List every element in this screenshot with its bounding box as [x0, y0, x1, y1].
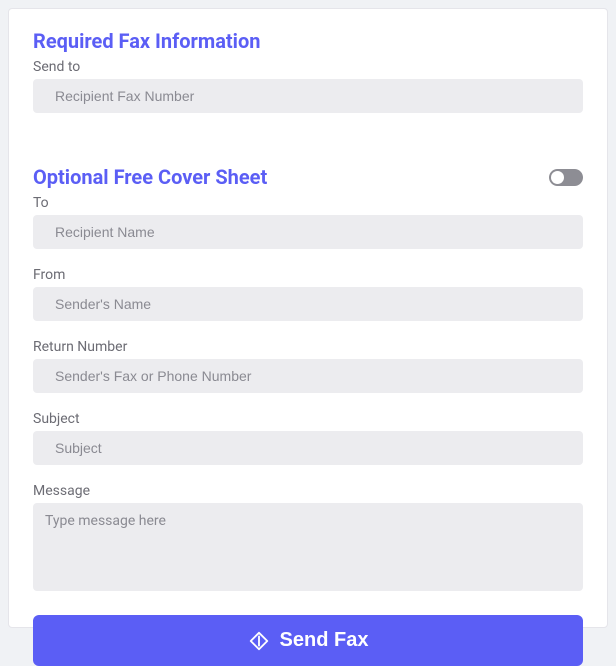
- sendto-label: Send to: [33, 59, 583, 75]
- to-label: To: [33, 195, 583, 211]
- message-textarea[interactable]: [33, 503, 583, 591]
- send-icon: [248, 630, 270, 652]
- subject-label: Subject: [33, 411, 583, 427]
- sendto-input[interactable]: [33, 79, 583, 113]
- message-label: Message: [33, 483, 583, 499]
- required-section-title: Required Fax Information: [33, 29, 583, 53]
- fax-form-card: Required Fax Information Send to Optiona…: [8, 8, 608, 628]
- send-fax-button[interactable]: Send Fax: [33, 615, 583, 666]
- return-input[interactable]: [33, 359, 583, 393]
- from-label: From: [33, 267, 583, 283]
- toggle-knob: [551, 171, 564, 184]
- optional-header-row: Optional Free Cover Sheet: [33, 165, 583, 189]
- optional-section-title: Optional Free Cover Sheet: [33, 165, 267, 189]
- to-input[interactable]: [33, 215, 583, 249]
- subject-input[interactable]: [33, 431, 583, 465]
- send-fax-button-label: Send Fax: [280, 629, 369, 652]
- from-input[interactable]: [33, 287, 583, 321]
- return-label: Return Number: [33, 339, 583, 355]
- cover-sheet-toggle[interactable]: [549, 169, 583, 186]
